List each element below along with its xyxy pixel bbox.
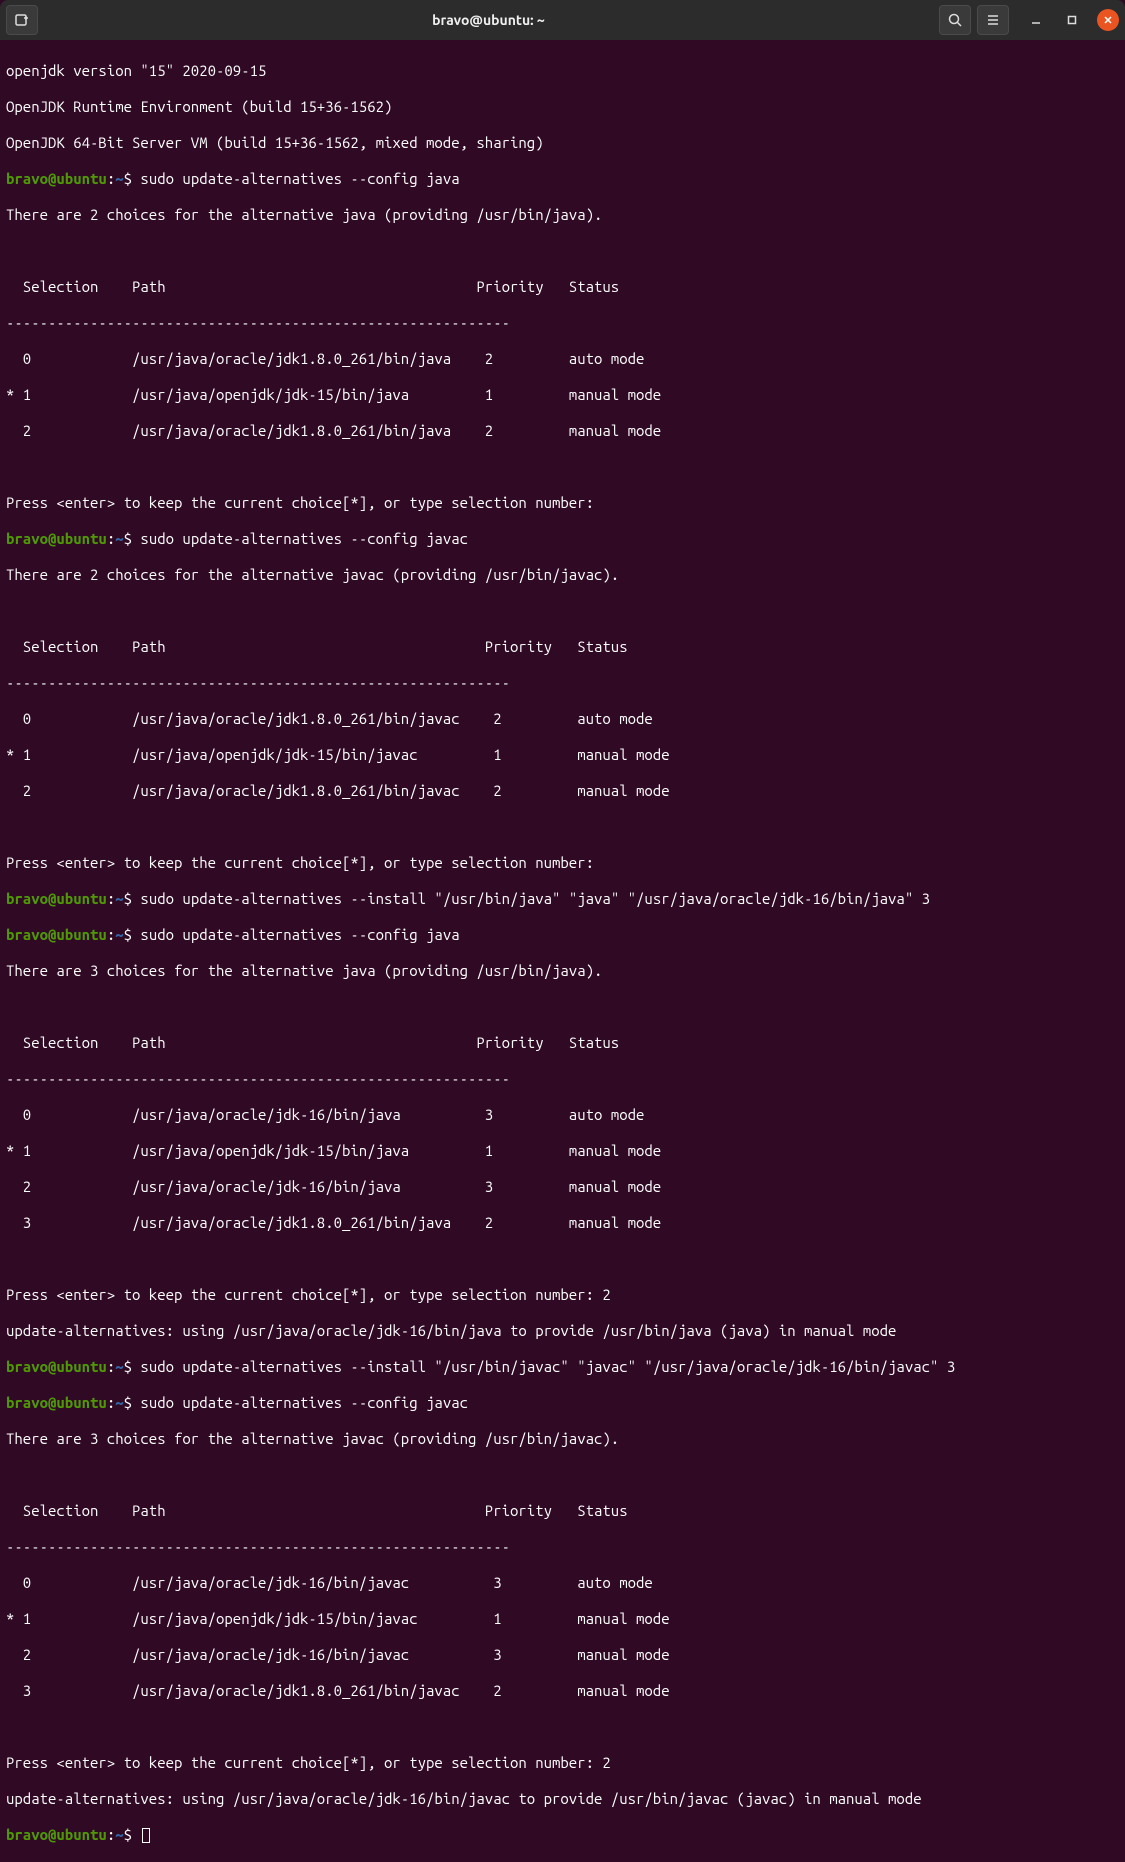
terminal-output[interactable]: openjdk version "15" 2020-09-15 OpenJDK …: [0, 40, 1125, 1862]
window-title: bravo@ubuntu: ~: [38, 12, 939, 28]
table-header: Selection Path Priority Status: [6, 638, 1121, 656]
prompt-line: bravo@ubuntu:~$ sudo update-alternatives…: [6, 926, 1121, 944]
command-text: sudo update-alternatives --install "/usr…: [132, 1358, 955, 1375]
command-text: sudo update-alternatives --config javac: [132, 1394, 468, 1411]
close-button[interactable]: [1097, 9, 1119, 31]
table-row: 0 /usr/java/oracle/jdk-16/bin/javac 3 au…: [6, 1574, 1121, 1592]
minimize-button[interactable]: [1025, 9, 1047, 31]
new-tab-button[interactable]: [6, 5, 38, 35]
table-row: 3 /usr/java/oracle/jdk1.8.0_261/bin/java…: [6, 1214, 1121, 1232]
table-header: Selection Path Priority Status: [6, 1502, 1121, 1520]
table-header: Selection Path Priority Status: [6, 1034, 1121, 1052]
prompt-line: bravo@ubuntu:~$: [6, 1826, 1121, 1844]
output-line: OpenJDK 64-Bit Server VM (build 15+36-15…: [6, 134, 1121, 152]
command-text: sudo update-alternatives --install "/usr…: [132, 890, 930, 907]
table-row: * 1 /usr/java/openjdk/jdk-15/bin/javac 1…: [6, 746, 1121, 764]
maximize-button[interactable]: [1061, 9, 1083, 31]
prompt-line: bravo@ubuntu:~$ sudo update-alternatives…: [6, 1394, 1121, 1412]
output-line: update-alternatives: using /usr/java/ora…: [6, 1322, 1121, 1340]
prompt-path: ~: [115, 170, 123, 187]
search-icon: [947, 12, 963, 28]
output-line: There are 3 choices for the alternative …: [6, 1430, 1121, 1448]
table-row: 3 /usr/java/oracle/jdk1.8.0_261/bin/java…: [6, 1682, 1121, 1700]
prompt-line: bravo@ubuntu:~$ sudo update-alternatives…: [6, 170, 1121, 188]
table-row: * 1 /usr/java/openjdk/jdk-15/bin/java 1 …: [6, 1142, 1121, 1160]
titlebar-right-controls: [939, 5, 1119, 35]
output-line: Press <enter> to keep the current choice…: [6, 1286, 1121, 1304]
output-line: [6, 818, 1121, 836]
table-row: * 1 /usr/java/openjdk/jdk-15/bin/java 1 …: [6, 386, 1121, 404]
table-row: 2 /usr/java/oracle/jdk1.8.0_261/bin/java…: [6, 422, 1121, 440]
output-line: Press <enter> to keep the current choice…: [6, 854, 1121, 872]
output-line: Press <enter> to keep the current choice…: [6, 494, 1121, 512]
menu-button[interactable]: [977, 5, 1009, 35]
prompt-line: bravo@ubuntu:~$ sudo update-alternatives…: [6, 890, 1121, 908]
close-icon: [1103, 15, 1113, 25]
command-text: [132, 1826, 140, 1843]
output-line: Press <enter> to keep the current choice…: [6, 1754, 1121, 1772]
titlebar-left-controls: [6, 5, 38, 35]
table-header: Selection Path Priority Status: [6, 278, 1121, 296]
prompt-user: bravo@ubuntu: [6, 170, 107, 187]
minimize-icon: [1031, 15, 1041, 25]
table-separator: ----------------------------------------…: [6, 314, 1121, 332]
prompt-line: bravo@ubuntu:~$ sudo update-alternatives…: [6, 530, 1121, 548]
output-line: OpenJDK Runtime Environment (build 15+36…: [6, 98, 1121, 116]
output-line: [6, 602, 1121, 620]
output-line: There are 2 choices for the alternative …: [6, 566, 1121, 584]
table-row: 2 /usr/java/oracle/jdk-16/bin/java 3 man…: [6, 1178, 1121, 1196]
table-separator: ----------------------------------------…: [6, 1070, 1121, 1088]
maximize-icon: [1067, 15, 1077, 25]
table-separator: ----------------------------------------…: [6, 674, 1121, 692]
output-line: [6, 242, 1121, 260]
command-text: sudo update-alternatives --config java: [132, 170, 460, 187]
search-button[interactable]: [939, 5, 971, 35]
output-line: [6, 1466, 1121, 1484]
window-titlebar: bravo@ubuntu: ~: [0, 0, 1125, 40]
hamburger-icon: [985, 12, 1001, 28]
window-controls: [1025, 9, 1119, 31]
table-row: 0 /usr/java/oracle/jdk1.8.0_261/bin/java…: [6, 710, 1121, 728]
prompt-line: bravo@ubuntu:~$ sudo update-alternatives…: [6, 1358, 1121, 1376]
new-tab-icon: [14, 12, 30, 28]
table-row: 2 /usr/java/oracle/jdk1.8.0_261/bin/java…: [6, 782, 1121, 800]
command-text: sudo update-alternatives --config javac: [132, 530, 468, 547]
output-line: There are 3 choices for the alternative …: [6, 962, 1121, 980]
cursor: [142, 1828, 150, 1843]
prompt-symbol: $: [124, 170, 132, 187]
output-line: [6, 458, 1121, 476]
table-row: * 1 /usr/java/openjdk/jdk-15/bin/javac 1…: [6, 1610, 1121, 1628]
command-text: sudo update-alternatives --config java: [132, 926, 460, 943]
output-line: openjdk version "15" 2020-09-15: [6, 62, 1121, 80]
output-line: [6, 998, 1121, 1016]
table-separator: ----------------------------------------…: [6, 1538, 1121, 1556]
output-line: [6, 1250, 1121, 1268]
output-line: [6, 1718, 1121, 1736]
table-row: 0 /usr/java/oracle/jdk1.8.0_261/bin/java…: [6, 350, 1121, 368]
output-line: update-alternatives: using /usr/java/ora…: [6, 1790, 1121, 1808]
output-line: There are 2 choices for the alternative …: [6, 206, 1121, 224]
table-row: 0 /usr/java/oracle/jdk-16/bin/java 3 aut…: [6, 1106, 1121, 1124]
table-row: 2 /usr/java/oracle/jdk-16/bin/javac 3 ma…: [6, 1646, 1121, 1664]
